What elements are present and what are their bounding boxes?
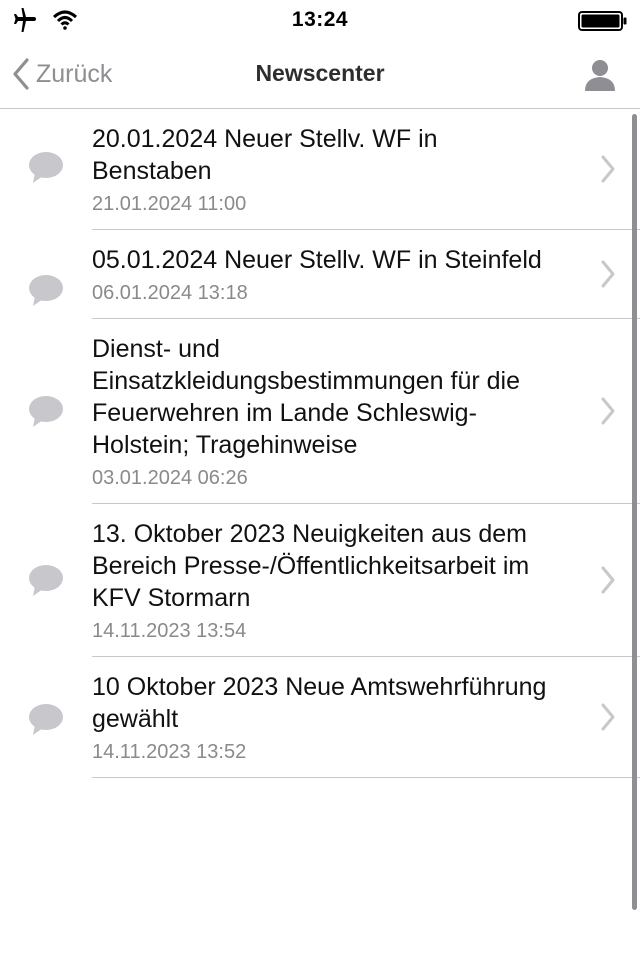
chat-bubble-icon	[29, 565, 63, 596]
news-content: 20.01.2024 Neuer Stellv. WF in Benstaben…	[92, 109, 560, 229]
news-item[interactable]: 05.01.2024 Neuer Stellv. WF in Steinfeld…	[0, 230, 640, 318]
news-date: 03.01.2024 06:26	[92, 467, 248, 489]
news-content: 13. Oktober 2023 Neuigkeiten aus dem Ber…	[92, 504, 560, 656]
chevron-right-icon	[601, 397, 615, 425]
news-date: 14.11.2023 13:54	[92, 620, 247, 642]
news-title: 13. Oktober 2023 Neuigkeiten aus dem Ber…	[92, 520, 530, 612]
divider	[92, 777, 640, 778]
chat-bubble-icon	[29, 704, 63, 735]
news-date: 14.11.2023 13:52	[92, 741, 247, 763]
chat-bubble-icon	[29, 275, 63, 306]
status-time: 13:24	[291, 8, 349, 31]
news-content: 05.01.2024 Neuer Stellv. WF in Steinfeld…	[92, 230, 560, 318]
news-title: 05.01.2024 Neuer Stellv. WF in Steinfeld	[92, 246, 542, 274]
news-item[interactable]: 10 Oktober 2023 Neue Amtswehrführung gew…	[0, 657, 640, 777]
chat-bubble-icon	[29, 396, 63, 427]
news-list: 20.01.2024 Neuer Stellv. WF in Benstaben…	[0, 109, 640, 778]
chevron-right-icon	[601, 703, 615, 731]
chevron-right-icon	[601, 155, 615, 183]
person-icon[interactable]	[584, 58, 616, 92]
chevron-right-icon	[601, 260, 615, 288]
news-item[interactable]: 13. Oktober 2023 Neuigkeiten aus dem Ber…	[0, 504, 640, 656]
news-content: Dienst- und Einsatzkleidungsbestimmungen…	[92, 319, 560, 503]
battery-icon	[578, 11, 627, 31]
chevron-right-icon	[601, 566, 615, 594]
news-item[interactable]: 20.01.2024 Neuer Stellv. WF in Benstaben…	[0, 109, 640, 229]
news-title: 10 Oktober 2023 Neue Amtswehrführung gew…	[92, 673, 547, 733]
news-title: 20.01.2024 Neuer Stellv. WF in Benstaben	[92, 125, 438, 185]
status-bar: 13:24	[0, 0, 640, 42]
chat-bubble-icon	[29, 152, 63, 183]
news-title: Dienst- und Einsatzkleidungsbestimmungen…	[92, 335, 521, 459]
navigation-bar: Zurück Newscenter	[0, 42, 640, 109]
news-content: 10 Oktober 2023 Neue Amtswehrführung gew…	[92, 657, 560, 777]
news-date: 06.01.2024 13:18	[92, 282, 248, 304]
page-title: Newscenter	[255, 60, 385, 86]
scroll-indicator[interactable]	[632, 114, 637, 910]
news-item[interactable]: Dienst- und Einsatzkleidungsbestimmungen…	[0, 319, 640, 503]
news-date: 21.01.2024 11:00	[92, 193, 247, 215]
